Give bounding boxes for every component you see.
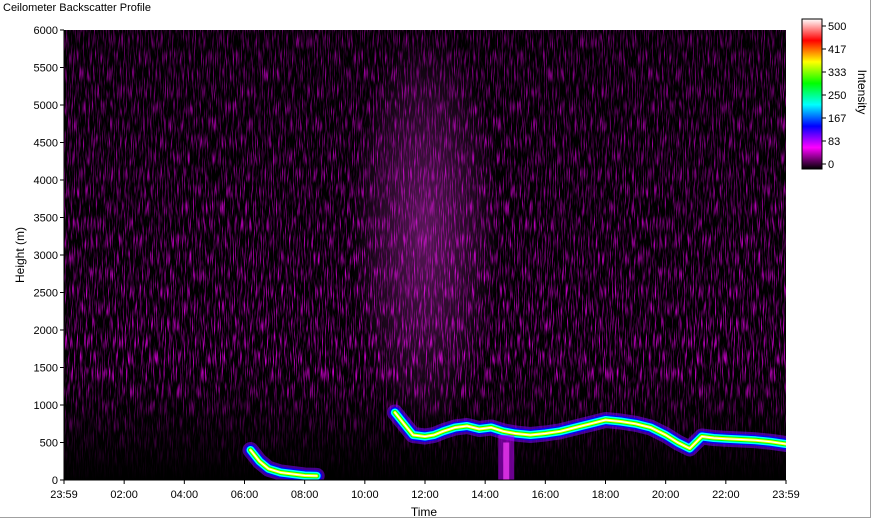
colorbar-tick-label: 0 — [828, 159, 834, 171]
colorbar: 0 83 167 250 333 417 500 Intensity — [801, 18, 869, 171]
x-tick-label: 18:00 — [592, 489, 620, 501]
y-tick-label: 2500 — [34, 288, 58, 300]
y-tick-label: 1500 — [34, 363, 58, 375]
y-tick-label: 5500 — [34, 63, 58, 75]
x-tick-label: 14:00 — [471, 489, 499, 501]
colorbar-tick-label: 500 — [828, 21, 846, 33]
x-tick-label: 16:00 — [532, 489, 560, 501]
x-axis: 23:59 02:00 04:00 06:00 08:00 10:00 12:00 14:00… — [50, 479, 800, 501]
y-axis-label: Height (m) — [13, 227, 27, 283]
x-tick-label: 12:00 — [411, 489, 439, 501]
backscatter-noise — [64, 30, 786, 480]
x-tick-label: 23:59 — [50, 489, 78, 501]
y-tick-label: 500 — [40, 438, 58, 450]
colorbar-label: Intensity — [855, 70, 869, 115]
y-tick-label: 0 — [52, 475, 58, 487]
y-axis: 0 500 1000 1500 2000 2500 3000 3500 4000 4500 5000… — [34, 25, 65, 487]
colorbar-scale — [801, 18, 823, 170]
precip-streak — [503, 442, 510, 480]
x-tick-label: 20:00 — [652, 489, 680, 501]
colorbar-tick-label: 417 — [828, 44, 846, 56]
x-tick-label: 08:00 — [291, 489, 319, 501]
x-tick-label: 02:00 — [110, 489, 138, 501]
y-tick-label: 1000 — [34, 400, 58, 412]
x-tick-label: 23:59 — [772, 489, 800, 501]
y-tick-label: 3500 — [34, 213, 58, 225]
colorbar-tick-label: 250 — [828, 90, 846, 102]
y-tick-label: 4500 — [34, 138, 58, 150]
x-tick-label: 10:00 — [351, 489, 379, 501]
colorbar-tick-label: 83 — [828, 136, 840, 148]
x-tick-label: 22:00 — [712, 489, 740, 501]
backscatter-chart: 0500100015002000250030003500400045005000… — [13, 18, 869, 519]
x-tick-label: 04:00 — [171, 489, 199, 501]
x-axis-label: Time — [411, 505, 438, 519]
y-tick-label: 3000 — [34, 250, 58, 262]
y-tick-label: 6000 — [34, 25, 58, 37]
y-tick-label: 2000 — [34, 325, 58, 337]
y-tick-label: 4000 — [34, 175, 58, 187]
colorbar-tick-label: 333 — [828, 67, 846, 79]
x-tick-label: 06:00 — [231, 489, 259, 501]
colorbar-tick-label: 167 — [828, 113, 846, 125]
y-tick-label: 5000 — [34, 100, 58, 112]
